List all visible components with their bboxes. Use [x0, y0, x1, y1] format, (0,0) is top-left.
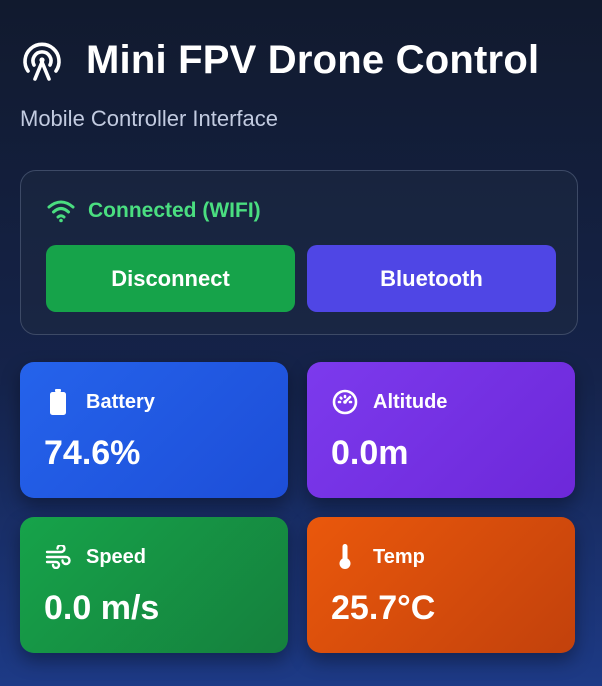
temperature-value: 25.7°C [331, 589, 436, 627]
speed-label: Speed [86, 545, 147, 568]
altitude-card: Altitude 0.0m [307, 362, 575, 498]
page-title: Mini FPV Drone Control [86, 38, 540, 82]
gauge-icon [331, 388, 359, 416]
battery-icon [44, 388, 72, 416]
speed-card-header: Speed [44, 543, 146, 571]
disconnect-button[interactable]: Disconnect [46, 245, 295, 312]
speed-card: Speed 0.0 m/s [20, 517, 288, 653]
battery-value: 74.6% [44, 434, 141, 472]
header: Mini FPV Drone Control [20, 38, 539, 83]
battery-card-header: Battery [44, 388, 155, 416]
battery-label: Battery [86, 390, 155, 413]
wind-icon [44, 543, 72, 571]
antenna-broadcast-icon [23, 42, 61, 81]
speed-value: 0.0 m/s [44, 589, 160, 627]
temperature-card-header: Temp [331, 543, 425, 571]
bluetooth-button[interactable]: Bluetooth [307, 245, 556, 312]
battery-card: Battery 74.6% [20, 362, 288, 498]
wifi-icon [47, 200, 75, 223]
connection-status: Connected (WIFI) [47, 199, 261, 223]
connection-status-text: Connected (WIFI) [88, 199, 261, 222]
temperature-label: Temp [373, 545, 425, 568]
altitude-value: 0.0m [331, 434, 409, 472]
altitude-card-header: Altitude [331, 388, 447, 416]
temperature-card: Temp 25.7°C [307, 517, 575, 653]
connection-panel: Connected (WIFI) Disconnect Bluetooth [20, 170, 578, 335]
thermometer-icon [331, 543, 359, 571]
altitude-label: Altitude [373, 390, 448, 413]
page-subtitle: Mobile Controller Interface [20, 106, 279, 131]
